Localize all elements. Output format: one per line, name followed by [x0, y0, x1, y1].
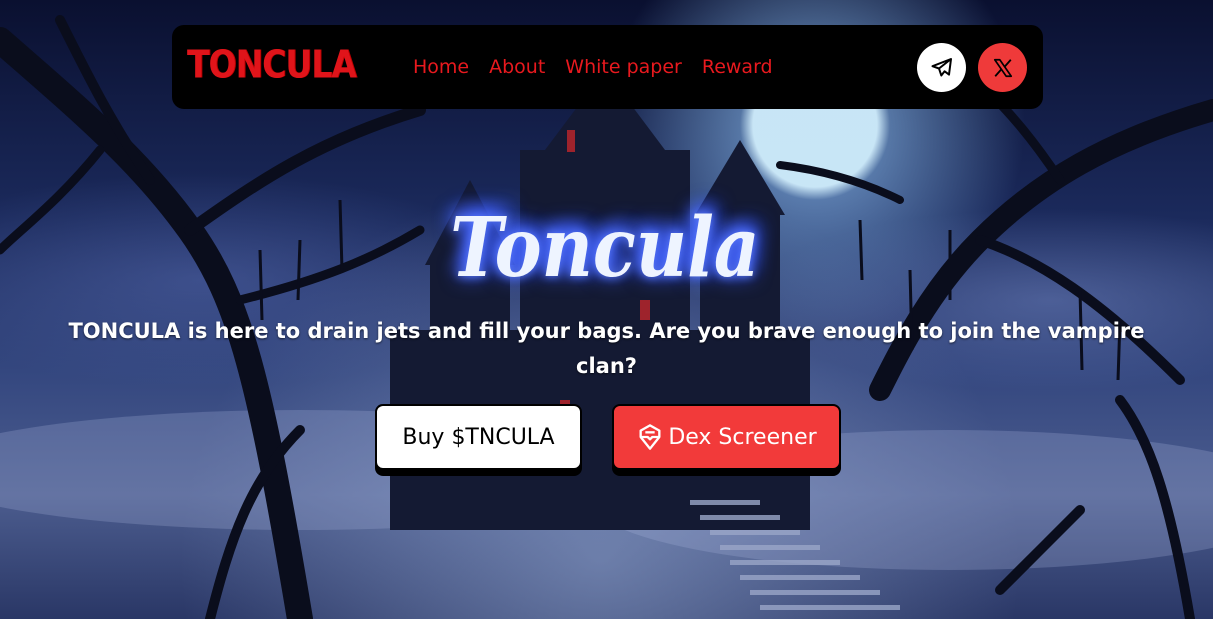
dex-screener-button[interactable]: Dex Screener [612, 404, 841, 470]
top-navbar: TONCULA Home About White paper Reward [172, 25, 1043, 109]
telegram-icon [931, 57, 952, 76]
nav-menu: Home About White paper Reward [413, 56, 773, 78]
buy-token-button[interactable]: Buy $TNCULA [375, 404, 582, 470]
nav-link-about[interactable]: About [489, 56, 545, 78]
dex-screener-label: Dex Screener [668, 424, 817, 450]
x-twitter-button[interactable] [978, 43, 1027, 92]
telegram-button[interactable] [917, 43, 966, 92]
dex-screener-icon [636, 423, 664, 451]
hero-logo-text: Toncula [450, 200, 760, 296]
nav-link-reward[interactable]: Reward [702, 56, 773, 78]
hero-logo: Toncula [440, 188, 770, 308]
nav-link-white-paper[interactable]: White paper [565, 56, 682, 78]
nav-link-home[interactable]: Home [413, 56, 469, 78]
x-icon [993, 58, 1012, 77]
brand-logo[interactable]: TONCULA [187, 42, 357, 87]
hero-tagline: TONCULA is here to drain jets and fill y… [68, 319, 1145, 378]
